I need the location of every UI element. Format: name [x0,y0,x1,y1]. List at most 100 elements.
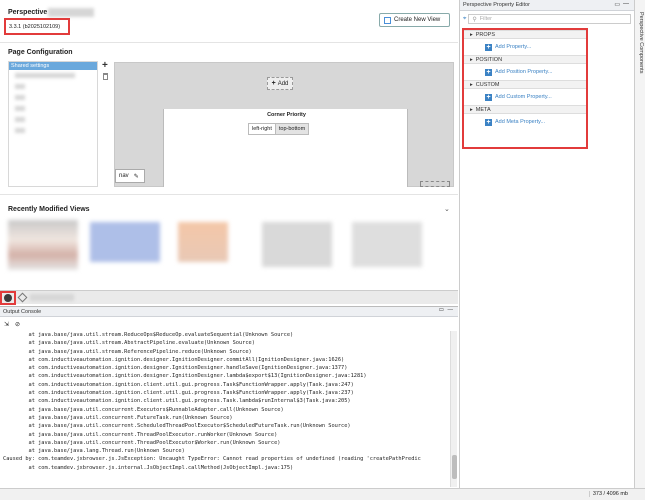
float-panel-icon[interactable]: ▭ [614,1,620,8]
float-panel-icon[interactable]: ▭ [439,307,444,313]
version-label: 3.3.1 (b2025102109) [9,24,61,30]
minimize-panel-icon[interactable]: — [448,307,454,313]
new-view-icon [384,16,391,24]
console-line: at java.base/java.util.concurrent.Schedu… [3,423,351,430]
console-line: at java.base/java.lang.Thread.run(Unknow… [3,448,185,455]
version-highlight: 3.3.1 (b2025102109) [4,18,70,35]
page-layout-center: Corner Priority left-right top-bottom [163,109,408,187]
scrollbar-thumb[interactable] [452,455,457,479]
pin-icon[interactable]: ⌖ [463,16,466,23]
shared-settings-item[interactable]: Shared settings [9,62,97,70]
view-tab-icon[interactable] [17,292,28,303]
console-line: at java.base/java.util.stream.AbstractPi… [3,340,255,347]
console-line: at java.base/java.util.concurrent.Execut… [3,406,284,413]
perspective-home-tab[interactable] [0,291,16,305]
console-line: at java.base/java.util.stream.ReferenceP… [3,348,252,355]
add-custom-property-button[interactable]: + Add Custom Property... [464,89,586,105]
console-scrollbar[interactable] [450,331,457,487]
blurred-page-item [15,73,75,78]
memory-indicator[interactable]: 373 / 4096 mb [588,491,631,497]
perspective-home-panel: Perspective 3.3.1 (b2025102109) Create N… [0,0,458,290]
top-bottom-option[interactable]: top-bottom [274,124,309,134]
category-custom-header[interactable]: ▸ CUSTOM [464,80,586,89]
console-line: at java.base/java.util.concurrent.Thread… [3,431,278,438]
console-line: at com.inductiveautomation.ignition.desi… [3,365,348,372]
minimize-panel-icon[interactable]: — [623,1,629,7]
view-thumbnail[interactable] [262,222,332,267]
add-icon: + [485,118,492,126]
perspective-icon [4,294,12,302]
create-new-view-button[interactable]: Create New View [379,13,450,27]
blurred-page-item [15,95,25,100]
blurred-page-item [15,117,25,122]
corner-priority-title: Corner Priority [267,112,306,118]
add-page-icon[interactable]: + [102,60,108,71]
expand-arrow-icon: ▸ [470,106,473,113]
delete-page-icon[interactable] [103,73,108,80]
nav-dock-label: nav [119,173,129,179]
add-position-property-button[interactable]: + Add Position Property... [464,64,586,80]
property-editor-title: Perspective Property Editor [463,2,530,8]
page-layout-canvas: Corner Priority left-right top-bottom + … [114,62,454,187]
console-line: Caused by: com.teamdev.jxbrowser.js.JsEx… [3,456,421,463]
category-custom-label: CUSTOM [475,81,500,88]
side-tab-label: Perspective Components [638,12,644,74]
console-line: at java.base/java.util.concurrent.Thread… [3,439,281,446]
output-console-panel: Output Console ▭ — ⇲ ⊘ at java.base/java… [0,306,458,488]
property-editor-header: Perspective Property Editor ▭ — [460,0,634,11]
category-position-label: POSITION [475,56,503,63]
console-line: at java.base/java.util.stream.ReduceOps$… [3,332,294,338]
collapse-chevron-icon[interactable]: ⌄ [444,205,450,213]
add-property-label: Add Property... [495,44,532,50]
blurred-page-item [15,128,25,133]
property-categories-highlight: ▸ PROPS + Add Property... ▸ POSITION + Add P… [462,28,588,149]
view-thumbnail[interactable] [178,222,228,262]
view-thumbnail[interactable] [90,222,160,262]
console-line: at com.inductiveautomation.ignition.desi… [3,356,345,363]
blurred-page-item [15,84,25,89]
nav-dock[interactable]: nav ✎ [115,169,145,183]
property-toolbar: ⌖ ⚲ Filter [460,11,634,27]
add-icon: + [485,43,492,51]
console-lines: at java.base/java.util.stream.ReduceOps$… [3,331,450,472]
status-bar: 373 / 4096 mb [0,488,645,500]
view-thumbnail[interactable] [8,220,78,270]
add-meta-label: Add Meta Property... [495,119,546,125]
console-line: at com.inductiveautomation.ignition.clie… [3,381,354,388]
bottom-right-dock-outline [420,181,450,187]
add-meta-property-button[interactable]: + Add Meta Property... [464,114,586,130]
left-right-option[interactable]: left-right [249,124,275,134]
add-icon: + [485,68,492,76]
plus-icon: + [271,80,276,87]
page-list[interactable]: Shared settings [8,61,98,187]
view-thumbnail[interactable] [352,222,422,267]
page-configuration-title: Page Configuration [8,49,73,56]
console-log[interactable]: at java.base/java.util.stream.ReduceOps$… [0,331,450,487]
category-position-header[interactable]: ▸ POSITION [464,55,586,64]
filter-icon: ⚲ [472,16,477,23]
console-line: at com.inductiveautomation.ignition.clie… [3,390,354,397]
add-dock-label: Add [277,80,289,87]
perspective-components-side-tab[interactable]: Perspective Components [634,0,645,500]
console-line: at com.teamdev.jxbrowser.js.internal.JsO… [3,464,294,471]
clear-console-icon[interactable]: ⊘ [15,321,20,328]
wrap-text-icon[interactable]: ⇲ [4,321,9,328]
add-position-label: Add Position Property... [495,69,553,75]
expand-arrow-icon: ▸ [470,81,473,88]
perspective-title: Perspective [8,9,48,16]
category-props-header[interactable]: ▸ PROPS [464,30,586,39]
add-property-button[interactable]: + Add Property... [464,39,586,55]
filter-input[interactable]: ⚲ Filter [468,14,631,24]
create-new-view-label: Create New View [394,17,441,23]
blurred-view-tab[interactable] [30,294,74,301]
expand-arrow-icon: ▸ [470,56,473,63]
corner-priority-toggle[interactable]: left-right top-bottom [248,123,310,135]
blurred-page-item [15,106,25,111]
console-line: at java.base/java.util.concurrent.Future… [3,414,233,421]
pencil-icon[interactable]: ✎ [134,173,139,180]
designer-tab-strip [0,290,458,305]
category-meta-header[interactable]: ▸ META [464,105,586,114]
add-top-dock-button[interactable]: + Add [267,77,293,90]
filter-placeholder: Filter [479,16,493,22]
console-line: at com.inductiveautomation.ignition.clie… [3,398,351,405]
